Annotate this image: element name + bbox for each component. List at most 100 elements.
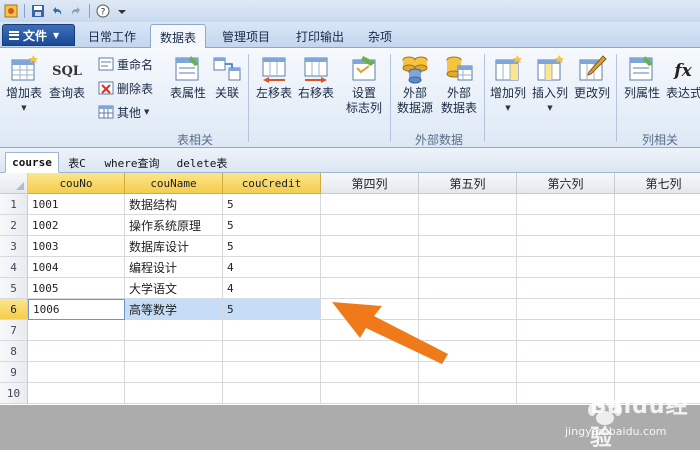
move-left-button[interactable]: 左移表 bbox=[254, 54, 294, 101]
add-table-button[interactable]: 增加表 ▼ bbox=[4, 54, 44, 116]
tab-misc[interactable]: 杂项 bbox=[362, 25, 398, 48]
row-number[interactable]: 6 bbox=[0, 299, 28, 320]
table-cell[interactable] bbox=[517, 299, 615, 320]
table-cell[interactable] bbox=[223, 362, 321, 383]
table-cell[interactable] bbox=[419, 383, 517, 404]
redo-icon[interactable] bbox=[68, 3, 84, 19]
table-cell[interactable] bbox=[517, 257, 615, 278]
table-cell[interactable] bbox=[517, 278, 615, 299]
move-right-button[interactable]: 右移表 bbox=[296, 54, 336, 101]
insert-column-button[interactable]: 插入列 ▼ bbox=[530, 54, 570, 116]
table-cell[interactable] bbox=[419, 236, 517, 257]
column-properties-button[interactable]: 列属性 bbox=[620, 54, 664, 101]
qat-dropdown-icon[interactable] bbox=[114, 3, 130, 19]
set-flag-column-button[interactable]: 设置 标志列 bbox=[342, 54, 386, 116]
external-table-button[interactable]: 外部 数据表 bbox=[438, 54, 480, 116]
expression-button[interactable]: fx 表达式 bbox=[664, 54, 700, 101]
column-header[interactable]: couNo bbox=[28, 173, 125, 194]
table-cell[interactable]: 5 bbox=[223, 236, 321, 257]
table-cell[interactable] bbox=[615, 215, 700, 236]
table-cell[interactable] bbox=[125, 341, 223, 362]
table-cell[interactable]: 操作系统原理 bbox=[125, 215, 223, 236]
app-icon[interactable] bbox=[3, 3, 19, 19]
table-cell[interactable] bbox=[223, 320, 321, 341]
table-cell[interactable]: 数据库设计 bbox=[125, 236, 223, 257]
table-cell[interactable]: 1005 bbox=[28, 278, 125, 299]
table-cell[interactable] bbox=[125, 320, 223, 341]
select-all-corner[interactable] bbox=[0, 173, 28, 194]
table-cell[interactable]: 1001 bbox=[28, 194, 125, 215]
table-cell[interactable]: 1002 bbox=[28, 215, 125, 236]
table-cell[interactable]: 4 bbox=[223, 257, 321, 278]
table-cell[interactable] bbox=[615, 236, 700, 257]
table-cell[interactable] bbox=[28, 383, 125, 404]
join-button[interactable]: 关联 bbox=[210, 54, 244, 101]
table-cell[interactable]: 大学语文 bbox=[125, 278, 223, 299]
row-number[interactable]: 9 bbox=[0, 362, 28, 383]
row-number[interactable]: 5 bbox=[0, 278, 28, 299]
row-number[interactable]: 3 bbox=[0, 236, 28, 257]
table-cell[interactable]: 1004 bbox=[28, 257, 125, 278]
external-source-button[interactable]: 外部 数据源 bbox=[394, 54, 436, 116]
table-cell[interactable] bbox=[615, 194, 700, 215]
doc-tab-table-c[interactable]: 表C bbox=[62, 152, 92, 173]
table-cell[interactable] bbox=[321, 215, 419, 236]
table-cell[interactable] bbox=[321, 194, 419, 215]
table-cell[interactable] bbox=[615, 257, 700, 278]
table-cell[interactable]: 高等数学 bbox=[125, 299, 223, 320]
row-number[interactable]: 7 bbox=[0, 320, 28, 341]
row-number[interactable]: 2 bbox=[0, 215, 28, 236]
file-menu-button[interactable]: 文件 ▼ bbox=[2, 24, 75, 46]
row-number[interactable]: 1 bbox=[0, 194, 28, 215]
table-cell[interactable] bbox=[419, 194, 517, 215]
table-cell[interactable]: 1003 bbox=[28, 236, 125, 257]
table-cell[interactable] bbox=[125, 362, 223, 383]
other-button[interactable]: 其他 ▼ bbox=[98, 102, 149, 122]
query-table-button[interactable]: SQL 查询表 bbox=[46, 54, 88, 101]
tab-data-table[interactable]: 数据表 bbox=[150, 24, 206, 49]
table-cell[interactable]: 5 bbox=[223, 194, 321, 215]
table-cell[interactable] bbox=[615, 341, 700, 362]
data-grid[interactable]: couNo couName couCredit 第四列 第五列 第六列 第七列 1 1001 数据… bbox=[0, 173, 700, 405]
table-cell[interactable] bbox=[615, 299, 700, 320]
doc-tab-where-query[interactable]: where查询 bbox=[100, 152, 164, 173]
row-number[interactable]: 8 bbox=[0, 341, 28, 362]
table-cell[interactable]: 1006 bbox=[28, 299, 125, 320]
tab-daily-work[interactable]: 日常工作 bbox=[80, 25, 144, 48]
table-cell[interactable] bbox=[125, 383, 223, 404]
delete-table-button[interactable]: 删除表 bbox=[98, 78, 153, 98]
table-cell[interactable] bbox=[28, 362, 125, 383]
table-cell[interactable]: 5 bbox=[223, 299, 321, 320]
table-cell[interactable] bbox=[419, 257, 517, 278]
table-cell[interactable] bbox=[517, 194, 615, 215]
table-cell[interactable] bbox=[517, 215, 615, 236]
tab-manage-project[interactable]: 管理项目 bbox=[214, 25, 278, 48]
table-cell[interactable] bbox=[223, 341, 321, 362]
row-number[interactable]: 10 bbox=[0, 383, 28, 404]
table-cell[interactable] bbox=[517, 341, 615, 362]
column-header[interactable]: couCredit bbox=[223, 173, 321, 194]
help-icon[interactable]: ? bbox=[95, 3, 111, 19]
tab-print-output[interactable]: 打印输出 bbox=[288, 25, 352, 48]
table-cell[interactable] bbox=[615, 278, 700, 299]
column-header[interactable]: 第七列 bbox=[615, 173, 700, 194]
table-properties-button[interactable]: 表属性 bbox=[166, 54, 210, 101]
table-cell[interactable] bbox=[321, 383, 419, 404]
table-cell[interactable] bbox=[28, 320, 125, 341]
rename-button[interactable]: 重命名 bbox=[98, 54, 153, 74]
row-number[interactable]: 4 bbox=[0, 257, 28, 278]
table-cell[interactable]: 数据结构 bbox=[125, 194, 223, 215]
undo-icon[interactable] bbox=[49, 3, 65, 19]
column-header[interactable]: 第六列 bbox=[517, 173, 615, 194]
table-cell[interactable] bbox=[321, 257, 419, 278]
table-cell[interactable] bbox=[28, 341, 125, 362]
doc-tab-delete-table[interactable]: delete表 bbox=[172, 152, 232, 173]
column-header[interactable]: couName bbox=[125, 173, 223, 194]
table-cell[interactable] bbox=[615, 320, 700, 341]
table-cell[interactable]: 编程设计 bbox=[125, 257, 223, 278]
column-header[interactable]: 第五列 bbox=[419, 173, 517, 194]
table-cell[interactable] bbox=[517, 236, 615, 257]
table-cell[interactable]: 4 bbox=[223, 278, 321, 299]
save-icon[interactable] bbox=[30, 3, 46, 19]
table-cell[interactable]: 5 bbox=[223, 215, 321, 236]
